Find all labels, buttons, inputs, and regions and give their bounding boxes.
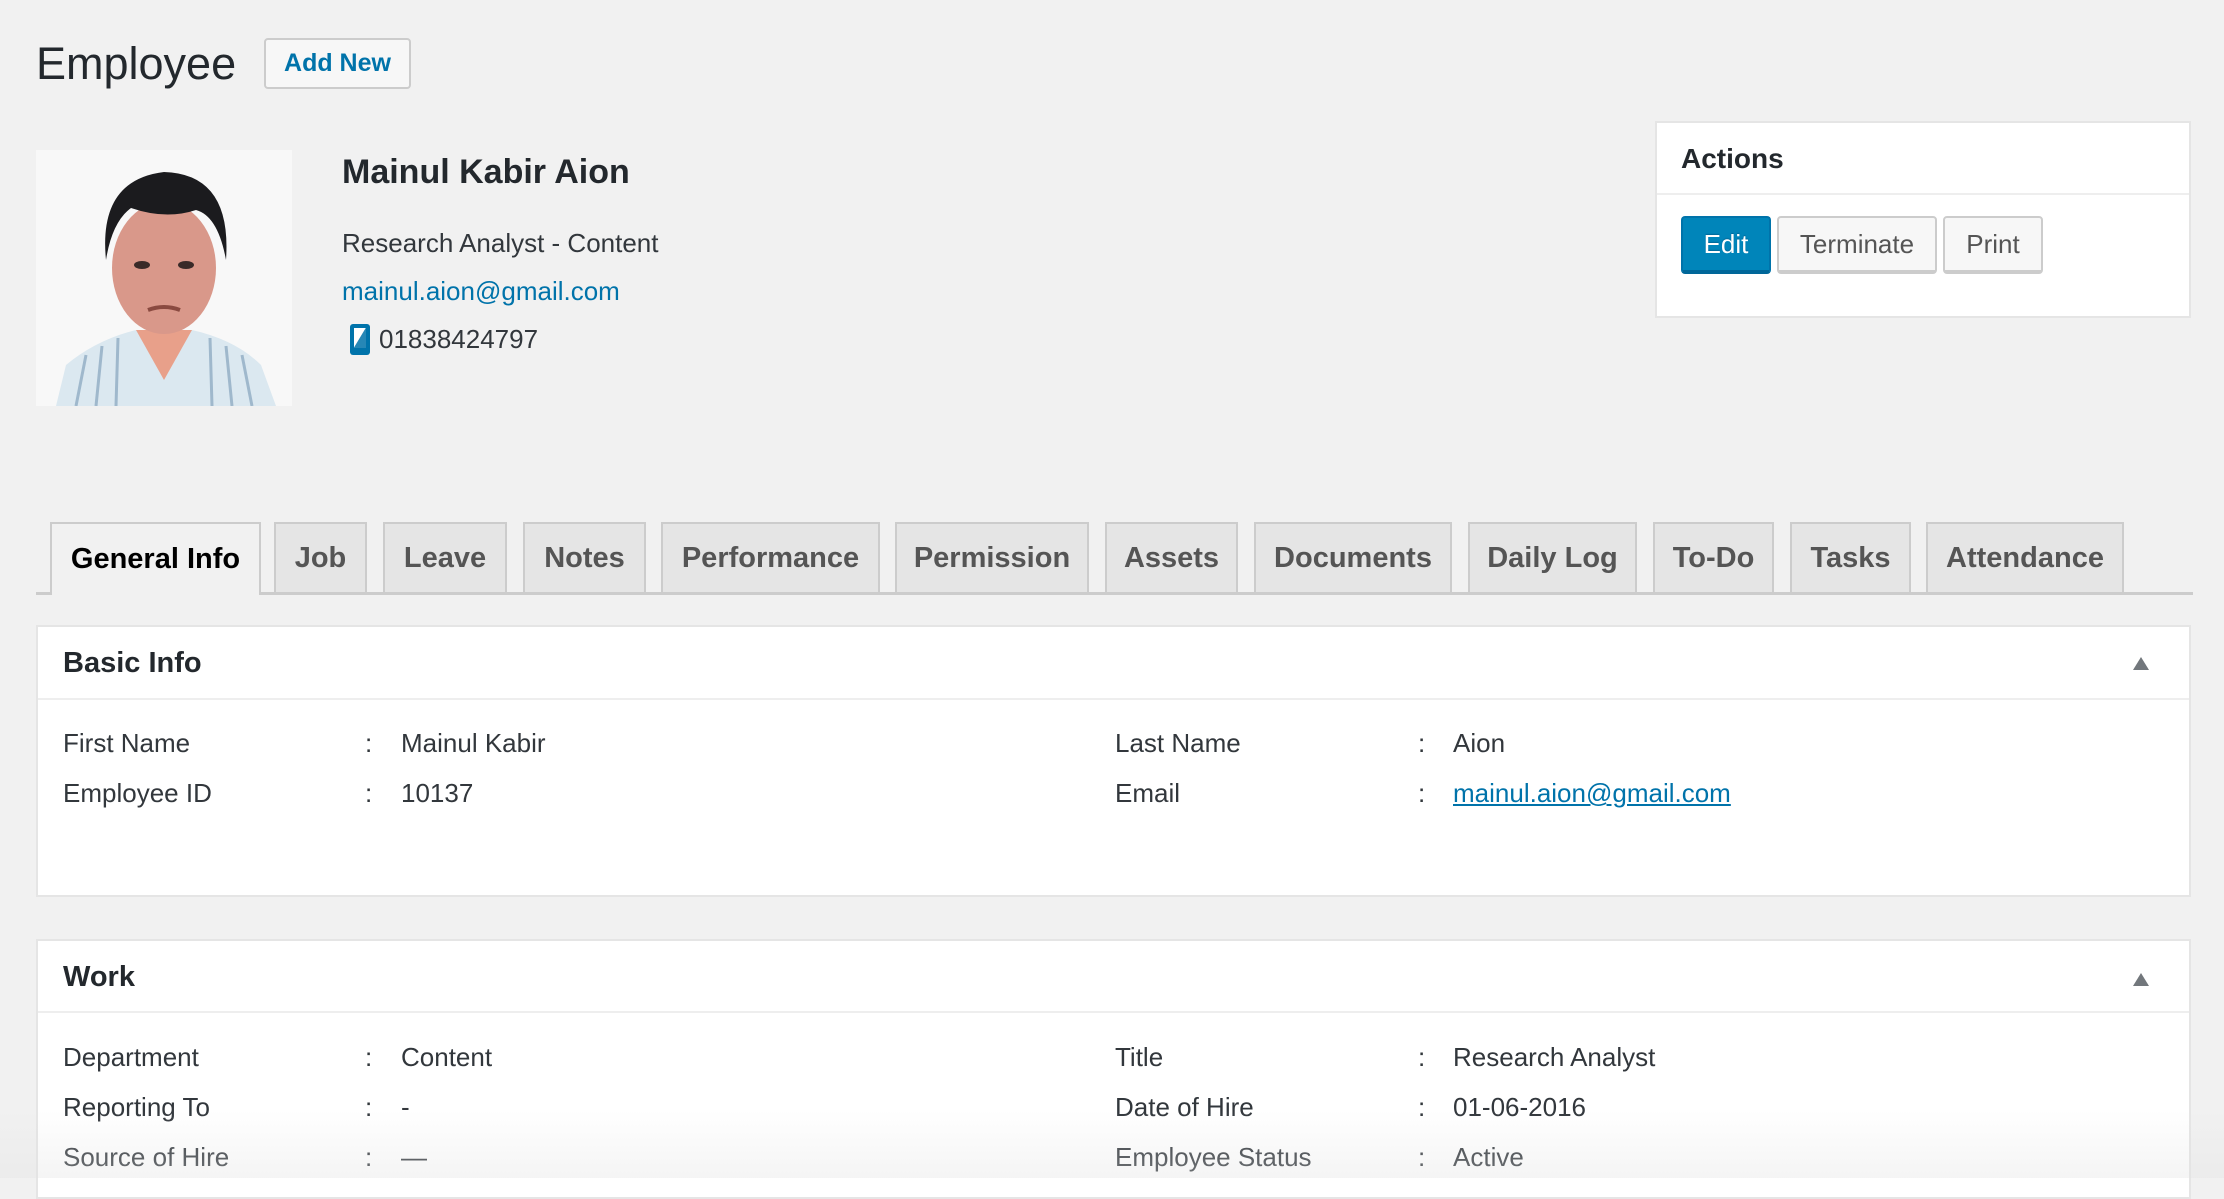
field-value: mainul.aion@gmail.com bbox=[1453, 777, 1731, 809]
work-panel: Work Department : Content Title : Resear… bbox=[36, 939, 2191, 1199]
employee-photo bbox=[36, 150, 292, 406]
phone-number: 01838424797 bbox=[379, 324, 539, 354]
field-value: 01-06-2016 bbox=[1453, 1092, 1586, 1122]
tab-documents[interactable]: Documents bbox=[1254, 522, 1452, 592]
email-link[interactable]: mainul.aion@gmail.com bbox=[1453, 778, 1731, 808]
field-label: Title bbox=[1115, 1042, 1164, 1072]
field-value: Active bbox=[1453, 1142, 1524, 1172]
field-separator: : bbox=[365, 1042, 373, 1072]
tab-leave[interactable]: Leave bbox=[383, 522, 507, 592]
divider bbox=[38, 698, 2189, 700]
avatar-photo-icon bbox=[36, 150, 292, 406]
tab-daily-log[interactable]: Daily Log bbox=[1468, 522, 1637, 592]
employee-phone: 01838424797 bbox=[350, 323, 538, 355]
divider bbox=[38, 1011, 2189, 1013]
actions-panel: Actions Edit Terminate Print bbox=[1655, 121, 2191, 318]
field-value: - bbox=[401, 1092, 410, 1122]
mobile-phone-icon bbox=[350, 323, 370, 355]
tab-notes[interactable]: Notes bbox=[523, 522, 646, 592]
field-separator: : bbox=[1418, 1142, 1426, 1172]
tab-tasks[interactable]: Tasks bbox=[1790, 522, 1911, 592]
field-label: Date of Hire bbox=[1115, 1092, 1254, 1122]
tab-general-info[interactable]: General Info bbox=[50, 522, 261, 595]
collapse-toggle-icon[interactable] bbox=[2133, 657, 2149, 670]
field-separator: : bbox=[365, 1092, 373, 1122]
employee-name: Mainul Kabir Aion bbox=[342, 153, 630, 191]
field-label: Email bbox=[1115, 778, 1181, 808]
employee-job-title: Research Analyst - Content bbox=[342, 228, 659, 258]
field-label: Last Name bbox=[1115, 728, 1241, 758]
field-label: Employee Status bbox=[1115, 1142, 1312, 1172]
tabs-baseline bbox=[36, 592, 2193, 595]
field-separator: : bbox=[365, 1142, 373, 1172]
terminate-button[interactable]: Terminate bbox=[1777, 216, 1937, 274]
basic-info-title: Basic Info bbox=[63, 647, 202, 679]
tab-permission[interactable]: Permission bbox=[895, 522, 1089, 592]
field-value: — bbox=[401, 1142, 427, 1172]
field-value: Research Analyst bbox=[1453, 1042, 1656, 1072]
tab-assets[interactable]: Assets bbox=[1105, 522, 1238, 592]
work-title: Work bbox=[63, 961, 135, 993]
field-separator: : bbox=[1418, 778, 1426, 808]
field-value: Aion bbox=[1453, 728, 1506, 758]
tab-performance[interactable]: Performance bbox=[661, 522, 880, 592]
add-new-button[interactable]: Add New bbox=[264, 38, 411, 89]
actions-title: Actions bbox=[1681, 143, 1784, 174]
field-separator: : bbox=[1418, 1092, 1426, 1122]
field-separator: : bbox=[1418, 728, 1426, 758]
page-title: Employee bbox=[36, 38, 237, 89]
field-separator: : bbox=[365, 778, 373, 808]
field-value: 10137 bbox=[401, 778, 474, 808]
collapse-toggle-icon[interactable] bbox=[2133, 973, 2149, 986]
edit-button[interactable]: Edit bbox=[1681, 216, 1771, 274]
field-label: Employee ID bbox=[63, 778, 212, 808]
field-label: Source of Hire bbox=[63, 1142, 230, 1172]
tab-job[interactable]: Job bbox=[274, 522, 367, 592]
divider bbox=[1657, 193, 2189, 195]
print-button[interactable]: Print bbox=[1943, 216, 2043, 274]
field-value: Content bbox=[401, 1042, 493, 1072]
tab-attendance[interactable]: Attendance bbox=[1926, 522, 2124, 592]
field-separator: : bbox=[1418, 1042, 1426, 1072]
field-separator: : bbox=[365, 728, 373, 758]
employee-email-link[interactable]: mainul.aion@gmail.com bbox=[342, 275, 620, 307]
tab-to-do[interactable]: To-Do bbox=[1653, 522, 1774, 592]
basic-info-panel: Basic Info First Name : Mainul Kabir Las… bbox=[36, 625, 2191, 897]
field-label: Reporting To bbox=[63, 1092, 210, 1122]
field-value: Mainul Kabir bbox=[401, 728, 546, 758]
field-label: Department bbox=[63, 1042, 199, 1072]
field-label: First Name bbox=[63, 728, 191, 758]
